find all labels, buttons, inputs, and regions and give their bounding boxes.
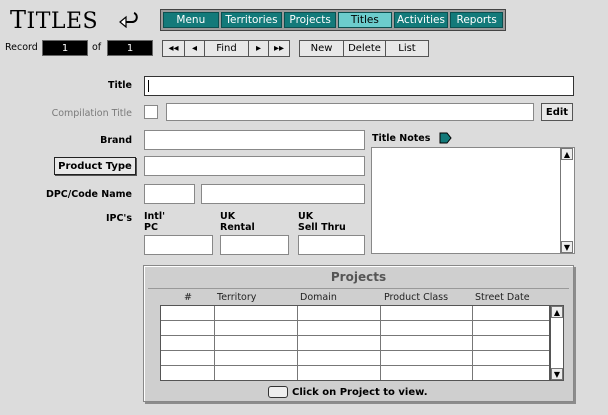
compilation-title-label: Compilation Title <box>51 108 132 119</box>
scroll-up-icon[interactable]: ▲ <box>551 306 563 318</box>
table-row[interactable] <box>161 306 549 321</box>
ipcs-label: IPC's <box>105 213 132 224</box>
uk-sell-thru-input[interactable] <box>298 235 365 255</box>
nav-bar: Menu Territories Projects Titles Activit… <box>160 9 506 31</box>
record-navigation: ◂◂ ◂ Find ▸ ▸▸ <box>162 40 290 57</box>
projects-scrollbar[interactable]: ▲ ▼ <box>550 305 564 381</box>
projects-heading: Projects <box>330 270 387 284</box>
scroll-down-icon[interactable]: ▼ <box>551 368 563 380</box>
title-notes-textarea[interactable]: ▲ ▼ <box>371 147 575 254</box>
last-record-button[interactable]: ▸▸ <box>268 40 290 57</box>
record-actions: New Delete List <box>299 40 429 57</box>
column-divider <box>472 306 473 380</box>
find-button[interactable]: Find <box>204 40 248 57</box>
tab-territories[interactable]: Territories <box>220 12 283 28</box>
title-notes-arrow-icon[interactable] <box>439 132 452 144</box>
product-type-button[interactable]: Product Type <box>54 157 136 175</box>
delete-button[interactable]: Delete <box>343 40 385 57</box>
record-label: Record <box>5 42 38 53</box>
intl-pc-input[interactable] <box>144 235 213 255</box>
table-row[interactable] <box>161 366 549 381</box>
project-hint-text: Click on Project to view. <box>292 386 428 398</box>
title-notes-scrollbar[interactable]: ▲ ▼ <box>560 148 574 253</box>
intl-pc-label: Intl' PC <box>144 211 166 233</box>
scroll-down-icon[interactable]: ▼ <box>561 241 573 253</box>
record-total-field: 1 <box>107 40 153 56</box>
dpc-input[interactable] <box>144 184 195 204</box>
column-divider <box>214 306 215 380</box>
projects-table <box>160 305 550 381</box>
title-input[interactable] <box>144 76 574 96</box>
record-of-label: of <box>92 42 102 53</box>
projects-panel: Projects # Territory Domain Product Clas… <box>143 265 574 402</box>
prev-record-button[interactable]: ◂ <box>184 40 204 57</box>
uk-rental-label: UK Rental <box>220 211 255 233</box>
tab-projects[interactable]: Projects <box>284 12 336 28</box>
scroll-up-icon[interactable]: ▲ <box>561 148 573 160</box>
column-divider <box>380 306 381 380</box>
column-divider <box>297 306 298 380</box>
page-title: TITLES <box>10 6 99 34</box>
product-type-input[interactable] <box>144 156 365 176</box>
compilation-checkbox[interactable] <box>144 105 158 119</box>
table-row[interactable] <box>161 351 549 366</box>
first-record-button[interactable]: ◂◂ <box>162 40 184 57</box>
project-hint: Click on Project to view. <box>268 386 428 398</box>
code-name-input[interactable] <box>201 184 365 204</box>
column-header-territory: Territory <box>217 292 257 303</box>
table-row[interactable] <box>161 321 549 336</box>
record-current-field[interactable]: 1 <box>42 40 88 56</box>
table-row[interactable] <box>161 336 549 351</box>
panel-divider <box>148 288 569 289</box>
column-header-domain: Domain <box>300 292 337 303</box>
title-label: Title <box>108 80 132 91</box>
tab-reports[interactable]: Reports <box>450 12 503 28</box>
hand-pointer-icon <box>268 386 288 398</box>
dpc-code-name-label: DPC/Code Name <box>45 189 132 200</box>
brand-input[interactable] <box>144 130 365 150</box>
title-notes-label: Title Notes <box>372 133 431 144</box>
edit-button[interactable]: Edit <box>541 103 573 121</box>
column-header-street-date: Street Date <box>475 292 530 303</box>
new-button[interactable]: New <box>299 40 343 57</box>
compilation-title-input[interactable] <box>166 103 534 121</box>
list-button[interactable]: List <box>385 40 429 57</box>
column-header-product-class: Product Class <box>384 292 449 303</box>
brand-label: Brand <box>100 135 132 146</box>
next-record-button[interactable]: ▸ <box>248 40 268 57</box>
tab-titles[interactable]: Titles <box>337 12 392 28</box>
text-cursor <box>148 80 149 92</box>
uk-rental-input[interactable] <box>220 235 289 255</box>
column-header-number: # <box>184 292 192 303</box>
tab-menu[interactable]: Menu <box>163 12 219 28</box>
uk-sell-thru-label: UK Sell Thru <box>298 211 346 233</box>
back-arrow-icon[interactable] <box>118 10 140 28</box>
tab-activities[interactable]: Activities <box>393 12 449 28</box>
